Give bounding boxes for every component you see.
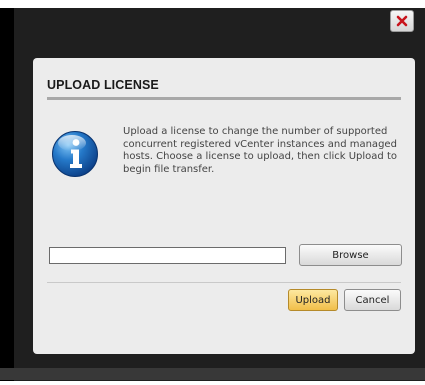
title-divider <box>47 97 401 100</box>
overlay-bottom-edge <box>0 368 425 380</box>
dialog-message: Upload a license to change the number of… <box>123 126 397 175</box>
footer-divider <box>47 282 401 283</box>
browse-button[interactable]: Browse <box>299 244 402 266</box>
file-path-input[interactable] <box>49 247 286 264</box>
screenshot-frame: UPLOAD LICENSE Upload a license to chang… <box>0 0 425 385</box>
close-x-icon <box>396 15 408 27</box>
close-button[interactable] <box>390 10 414 32</box>
upload-license-dialog: UPLOAD LICENSE Upload a license to chang… <box>33 58 415 354</box>
upload-button[interactable]: Upload <box>288 289 338 311</box>
cancel-button[interactable]: Cancel <box>344 289 401 311</box>
dialog-title: UPLOAD LICENSE <box>47 78 159 92</box>
overlay-left-edge <box>0 8 14 381</box>
info-icon <box>52 131 98 177</box>
